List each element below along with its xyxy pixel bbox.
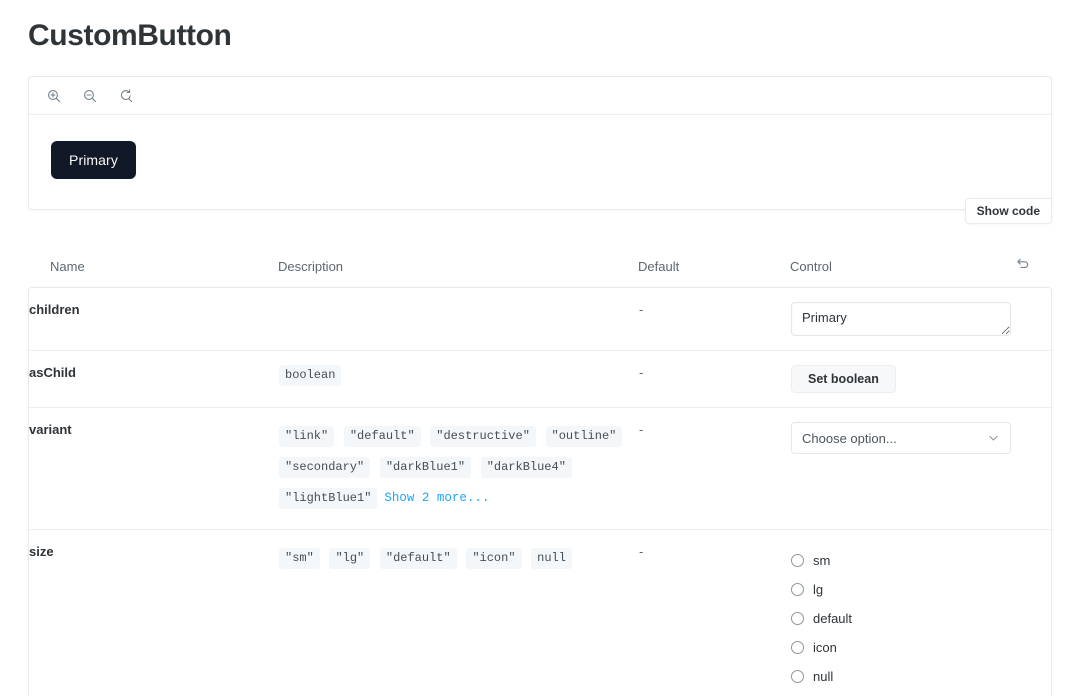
type-chip: "darkBlue1" xyxy=(379,457,472,478)
size-radio-group: sm lg default icon null xyxy=(791,544,1041,691)
radio-option-lg[interactable]: lg xyxy=(791,575,1041,604)
zoom-reset-icon-button[interactable] xyxy=(115,85,137,107)
table-row: size "sm" "lg" "default" "icon" null - s… xyxy=(29,530,1051,696)
radio-option-null[interactable]: null xyxy=(791,662,1041,691)
radio-label: lg xyxy=(813,582,824,597)
type-chip: "link" xyxy=(279,426,335,447)
header-reset xyxy=(1002,256,1052,287)
storybook-docs-page: CustomButton Primary Show code Name Desc… xyxy=(0,0,1080,696)
args-table-header-row: Name Description Default Control xyxy=(28,256,1052,287)
arg-control xyxy=(791,288,1051,351)
type-chip: "destructive" xyxy=(430,426,536,447)
arg-name: asChild xyxy=(29,365,76,380)
zoom-reset-icon xyxy=(119,88,133,103)
type-chip: "secondary" xyxy=(279,457,371,478)
zoom-in-icon xyxy=(47,89,61,103)
arg-name: children xyxy=(29,302,80,317)
args-table: children - asChild boolean - xyxy=(29,288,1051,696)
radio-circle-icon xyxy=(791,612,804,625)
arg-description: boolean xyxy=(279,351,639,408)
show-code-button[interactable]: Show code xyxy=(964,198,1052,224)
radio-label: null xyxy=(813,669,834,684)
radio-option-sm[interactable]: sm xyxy=(791,546,1041,575)
radio-label: default xyxy=(813,611,853,626)
args-table-section: Name Description Default Control childre… xyxy=(28,256,1052,696)
header-default: Default xyxy=(638,259,680,274)
arg-default: - xyxy=(639,302,644,317)
variant-select-control[interactable]: Choose option... xyxy=(791,422,1011,454)
header-name: Name xyxy=(50,259,85,274)
type-chip: "sm" xyxy=(279,548,320,569)
type-chip: boolean xyxy=(279,365,342,386)
table-row: asChild boolean - Set boolean xyxy=(29,351,1051,408)
arg-control: Choose option... xyxy=(791,408,1051,530)
args-table-header-table: Name Description Default Control xyxy=(28,256,1052,287)
type-chip: "lightBlue1" xyxy=(279,488,378,509)
arg-default: - xyxy=(639,365,644,380)
args-table-frame: children - asChild boolean - xyxy=(28,287,1052,696)
type-chip: "lg" xyxy=(329,548,371,569)
arg-name: variant xyxy=(29,422,72,437)
radio-circle-icon xyxy=(791,641,804,654)
variant-select-value: Choose option... xyxy=(802,430,897,446)
arg-default: - xyxy=(639,544,644,559)
set-boolean-button[interactable]: Set boolean xyxy=(791,365,896,393)
header-control: Control xyxy=(790,259,832,274)
reset-icon xyxy=(1015,256,1030,274)
show-more-link[interactable]: Show 2 more... xyxy=(384,486,489,511)
type-chip: "default" xyxy=(343,426,421,447)
children-textarea-control[interactable] xyxy=(791,302,1011,336)
header-description: Description xyxy=(278,259,344,274)
arg-control: Set boolean xyxy=(791,351,1051,408)
arg-description: "sm" "lg" "default" "icon" null xyxy=(279,530,639,696)
type-chip-list: "sm" "lg" "default" "icon" null xyxy=(279,544,629,575)
type-chip: null xyxy=(531,548,572,569)
radio-circle-icon xyxy=(791,554,804,567)
story-canvas: Primary Show code xyxy=(29,115,1052,224)
type-chip: "icon" xyxy=(466,548,522,569)
arg-description xyxy=(279,288,639,351)
table-row: children - xyxy=(29,288,1051,351)
arg-default: - xyxy=(639,422,644,437)
radio-label: icon xyxy=(813,640,837,655)
radio-label: sm xyxy=(813,553,831,568)
type-chip: "default" xyxy=(379,548,457,569)
radio-circle-icon xyxy=(791,670,804,683)
type-chip: "outline" xyxy=(545,426,623,447)
reset-controls-button[interactable] xyxy=(1015,256,1030,274)
page-title: CustomButton xyxy=(28,19,232,52)
type-chip: "darkBlue4" xyxy=(480,457,572,478)
preview-toolbar xyxy=(29,77,1051,115)
arg-name: size xyxy=(29,544,54,559)
story-preview-panel: Primary Show code xyxy=(28,76,1052,224)
arg-description: "link" "default" "destructive" "outline"… xyxy=(279,408,639,530)
radio-circle-icon xyxy=(791,583,804,596)
radio-option-icon[interactable]: icon xyxy=(791,633,1041,662)
zoom-in-icon-button[interactable] xyxy=(43,85,65,107)
type-chip-list: "link" "default" "destructive" "outline"… xyxy=(279,422,629,515)
zoom-out-icon xyxy=(83,89,97,103)
table-row: variant "link" "default" "destructive" "… xyxy=(29,408,1051,530)
chevron-down-icon xyxy=(987,432,1000,445)
arg-control: sm lg default icon null xyxy=(791,530,1051,696)
radio-option-default[interactable]: default xyxy=(791,604,1041,633)
story-primary-button[interactable]: Primary xyxy=(51,141,136,179)
zoom-out-icon-button[interactable] xyxy=(79,85,101,107)
